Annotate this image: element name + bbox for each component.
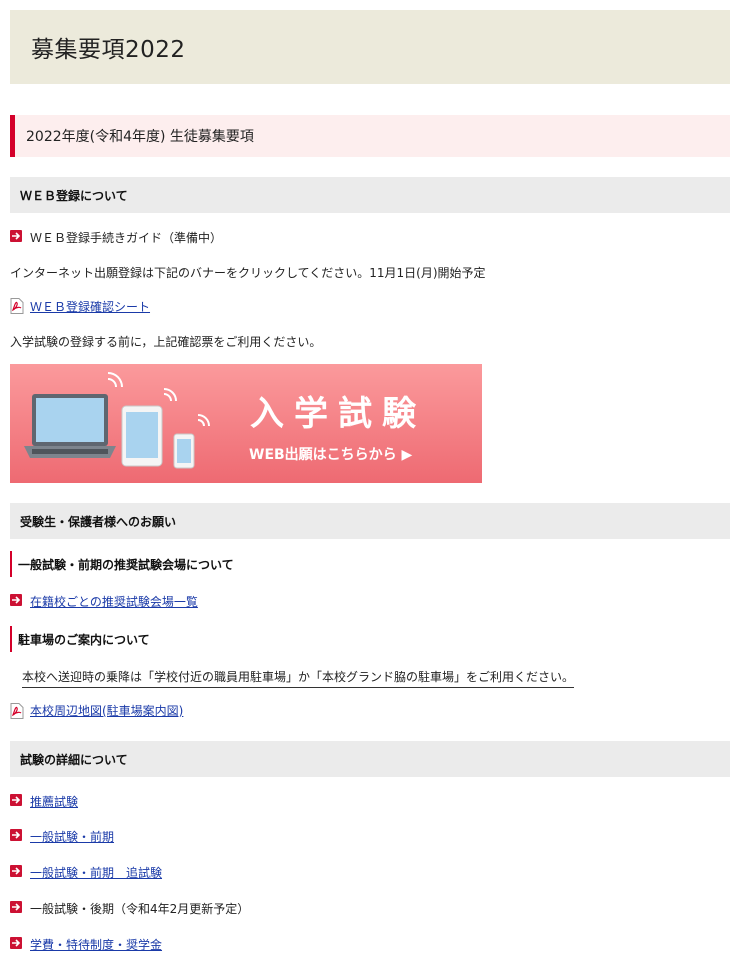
parking-subheading: 駐車場のご案内について xyxy=(10,626,150,652)
web-note-text: 入学試験の登録する前に，上記確認票をご利用ください。 xyxy=(10,335,322,349)
arrow-right-icon xyxy=(10,901,22,913)
web-guide-text: ＷＥＢ登録手続きガイド（準備中） xyxy=(30,231,223,245)
page-subtitle: 2022年度(令和4年度) 生徒募集要項 xyxy=(26,129,254,145)
arrow-right-icon xyxy=(10,937,22,949)
arrow-right-icon xyxy=(10,794,22,806)
venue-list-link[interactable]: 在籍校ごとの推奨試験会場一覧 xyxy=(30,593,198,610)
web-info-text: インターネット出願登録は下記のバナーをクリックしてください。11月1日(月)開始… xyxy=(10,266,486,280)
web-section-heading: ＷＥＢ登録について xyxy=(10,177,730,213)
web-application-banner[interactable]: 入学試験 WEB出願はこちらから ▶ xyxy=(10,364,482,483)
arrow-right-icon xyxy=(10,230,22,242)
pdf-icon xyxy=(10,703,24,719)
arrow-right-icon xyxy=(10,865,22,877)
web-section-heading-text: ＷＥＢ登録について xyxy=(20,189,128,203)
devices-illustration-icon xyxy=(24,372,210,469)
request-section-heading: 受験生・保護者様へのお願い xyxy=(10,503,730,539)
parking-map-link[interactable]: 本校周辺地図(駐車場案内図) xyxy=(30,702,183,719)
detail-item-link[interactable]: 推薦試験 xyxy=(30,793,78,810)
detail-section-heading-text: 試験の詳細について xyxy=(20,753,128,767)
page-title: 募集要項2022 xyxy=(31,37,186,63)
detail-item-link[interactable]: 一般試験・前期 xyxy=(30,828,114,845)
detail-section-heading: 試験の詳細について xyxy=(10,741,730,777)
parking-note-text: 本校へ送迎時の乗降は「学校付近の職員用駐車場」か「本校グランド脇の駐車場」をご利… xyxy=(22,668,575,688)
detail-item-link[interactable]: 一般試験・前期 追試験 xyxy=(30,864,162,881)
venue-subheading-text: 一般試験・前期の推奨試験会場について xyxy=(18,558,234,572)
arrow-right-icon xyxy=(10,594,22,606)
banner-sub-text: WEB出願はこちらから ▶ xyxy=(249,447,413,463)
parking-subheading-text: 駐車場のご案内について xyxy=(18,633,150,647)
request-section-heading-text: 受験生・保護者様へのお願い xyxy=(20,515,177,529)
detail-item-link[interactable]: 学費・特待制度・奨学金 xyxy=(30,936,162,953)
banner-main-text: 入学試験 xyxy=(250,394,426,434)
page-title-box: 募集要項2022 xyxy=(10,10,730,84)
detail-item-text: 一般試験・後期（令和4年2月更新予定） xyxy=(30,902,250,916)
page-subtitle-box: 2022年度(令和4年度) 生徒募集要項 xyxy=(10,115,730,157)
pdf-icon xyxy=(10,298,24,314)
web-check-sheet-link[interactable]: ＷＥＢ登録確認シート xyxy=(30,298,150,315)
venue-subheading: 一般試験・前期の推奨試験会場について xyxy=(10,551,234,577)
arrow-right-icon xyxy=(10,829,22,841)
